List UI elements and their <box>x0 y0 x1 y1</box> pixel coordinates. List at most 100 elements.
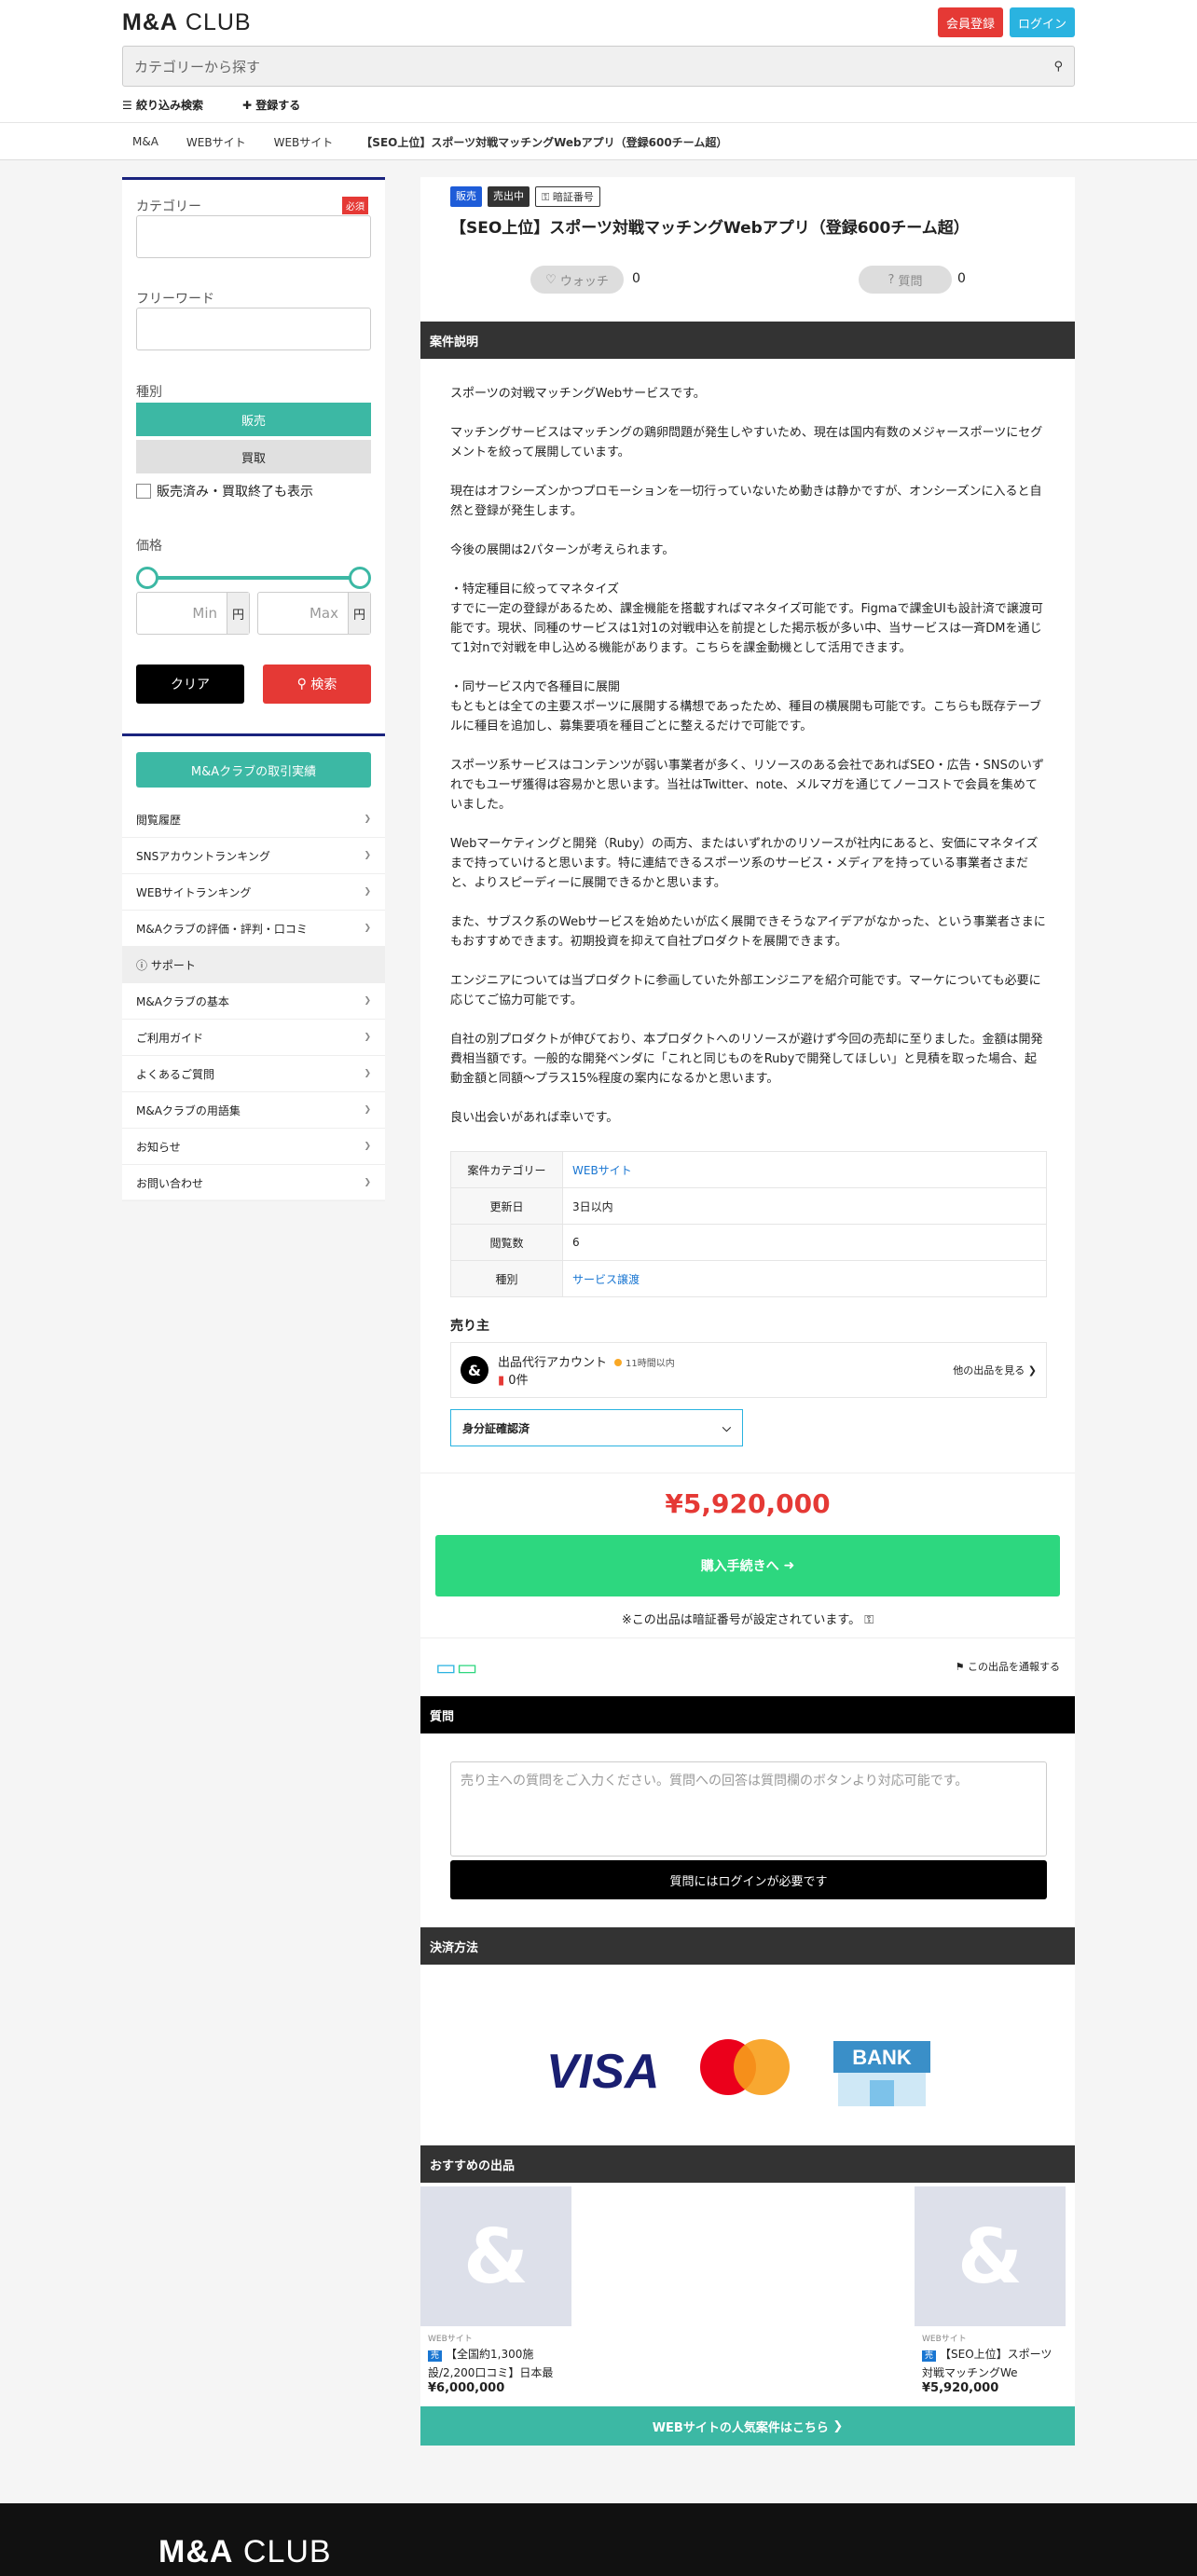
type-label: 種別 <box>136 385 162 400</box>
sidebar-item-reviews[interactable]: M&Aクラブの評価・評判・口コミ ❯ <box>122 911 385 947</box>
search-icon: ⚲ <box>296 677 311 692</box>
table-row: 更新日 3日以内 <box>450 1187 1047 1225</box>
register-button[interactable]: 会員登録 <box>938 7 1003 37</box>
sidebar-item-guide[interactable]: ご利用ガイド ❯ <box>122 1020 385 1056</box>
description-paragraph: ・同サービス内で各種目に展開 もともとは全ての主要スポーツに展開する構想であった… <box>450 680 1042 733</box>
table-row: 案件カテゴリー WEBサイト <box>450 1151 1047 1188</box>
recommend-price: ¥5,920,000 <box>922 2381 999 2395</box>
seller-other-link[interactable]: 他の出品を見る ❯ <box>953 1363 1037 1377</box>
type-sell-button[interactable]: 販売 <box>136 403 371 436</box>
sell-badge: 販売 <box>450 186 482 207</box>
slider-max-handle[interactable] <box>349 567 371 589</box>
secret-badge: ⚿ 暗証番号 <box>535 186 600 207</box>
freeword-label: フリーワード <box>136 292 214 307</box>
site-footer: M&A CLUB <box>0 2503 1197 2576</box>
sidebar-item-sns-ranking[interactable]: SNSアカウントランキング ❯ <box>122 838 385 874</box>
sidebar-section-support: ⓘ サポート <box>122 947 385 983</box>
login-button[interactable]: ログイン <box>1010 7 1075 37</box>
sidebar-item-history[interactable]: 閲覧履歴 ❯ <box>122 802 385 838</box>
include-closed-checkbox[interactable]: 販売済み・買取終了も表示 <box>136 482 313 500</box>
flag-icon: ⚑ <box>955 1661 965 1673</box>
breadcrumb-item[interactable]: WEBサイト <box>186 134 246 150</box>
listing-detail: 販売 売出中 ⚿ 暗証番号 【SEO上位】スポーツ対戦マッチングWebアプリ（登… <box>420 177 1075 2446</box>
deals-button[interactable]: M&Aクラブの取引実績 <box>136 752 371 788</box>
price-range-slider[interactable] <box>136 564 371 592</box>
category-label: カテゴリー <box>136 199 201 214</box>
sidebar-item-basics[interactable]: M&Aクラブの基本 ❯ <box>122 983 385 1020</box>
chevron-right-icon: ❯ <box>364 851 371 860</box>
recommend-title: 【全国約1,300施設/2,200口コミ】日本最 <box>428 2348 554 2379</box>
chevron-right-icon: ❯ <box>364 1142 371 1151</box>
recommend-card[interactable]: & WEBサイト 売【SEO上位】スポーツ対戦マッチングWe ¥5,920,00… <box>915 2186 1066 2415</box>
listing-badges: 販売 売出中 ⚿ 暗証番号 <box>450 186 600 207</box>
chevron-right-icon: ❯ <box>364 1178 371 1187</box>
type-buy-button[interactable]: 買取 <box>136 440 371 473</box>
description-paragraph: 現在はオフシーズンかつプロモーションを一切行っていないため動きは静かですが、オン… <box>450 485 1042 518</box>
question-heading: 質問 <box>420 1696 1075 1733</box>
popular-listings-button[interactable]: WEBサイトの人気案件はこちら ❯ <box>420 2406 1075 2446</box>
sidebar-item-glossary[interactable]: M&Aクラブの用語集 ❯ <box>122 1092 385 1129</box>
id-verified-toggle[interactable]: 身分証確認済 ⌵ <box>450 1409 743 1446</box>
question-icon: ? <box>887 272 899 287</box>
listing-price: ¥5,920,000 <box>665 1488 831 1519</box>
search-button[interactable]: ⚲ 検索 <box>263 665 371 704</box>
share-icons[interactable]: ▭▭ <box>435 1654 477 1680</box>
chevron-right-icon: ❯ <box>364 924 371 933</box>
register-item-link[interactable]: ✚ 登録する <box>242 97 300 113</box>
question-login-button[interactable]: 質問にはログインが必要です <box>450 1860 1047 1899</box>
question-textarea[interactable]: 売り主への質問をご入力ください。質問への回答は質問欄のボタンより対応可能です。 <box>450 1761 1047 1857</box>
avatar: & <box>461 1356 488 1384</box>
watch-button[interactable]: ♡ ウォッチ <box>530 266 624 294</box>
plus-icon: ✚ <box>241 99 256 112</box>
visa-logo: VISA <box>546 2045 659 2099</box>
recommend-card[interactable]: & WEBサイト 売【全国約1,300施設/2,200口コミ】日本最 ¥6,00… <box>420 2186 571 2415</box>
watch-count: 0 <box>632 271 640 286</box>
arrow-icon: ❯ <box>832 2418 844 2433</box>
description-paragraph: エンジニアについては当プロダクトに参画していた外部エンジニアを紹介可能です。マー… <box>450 974 1041 1007</box>
seller-card[interactable]: & 出品代行アカウント 11時間以内 ▮ 0件 他の出品を見る ❯ <box>450 1342 1047 1398</box>
seller-item-count: 0件 <box>508 1374 529 1388</box>
table-row: 種別 サービス譲渡 <box>450 1260 1047 1297</box>
sidebar-menu: M&Aクラブの取引実績 閲覧履歴 ❯ SNSアカウントランキング ❯ WEBサイトラ… <box>122 733 385 1201</box>
search-icon[interactable]: ⚲ <box>1053 60 1063 74</box>
sidebar-item-faq[interactable]: よくあるご質問 ❯ <box>122 1056 385 1092</box>
slider-min-handle[interactable] <box>136 567 158 589</box>
category-search-bar[interactable]: カテゴリーから探す ⚲ <box>122 46 1075 87</box>
min-price-input[interactable]: Min 円 <box>136 592 250 635</box>
type-link[interactable]: サービス譲渡 <box>572 1273 640 1286</box>
freeword-input[interactable] <box>136 308 371 350</box>
chevron-right-icon: ❯ <box>364 996 371 1006</box>
max-price-input[interactable]: Max 円 <box>257 592 371 635</box>
payment-heading: 決済方法 <box>420 1927 1075 1965</box>
bank-icon: BANK <box>833 2041 930 2114</box>
description-heading: 案件説明 <box>420 322 1075 359</box>
heart-icon: ♡ <box>545 272 560 287</box>
category-input[interactable] <box>136 215 371 258</box>
category-link[interactable]: WEBサイト <box>572 1164 632 1177</box>
report-link[interactable]: ⚑ この出品を通報する <box>956 1659 1060 1674</box>
recommend-price: ¥6,000,000 <box>428 2381 505 2395</box>
recommend-title: 【SEO上位】スポーツ対戦マッチングWe <box>922 2348 1053 2379</box>
sidebar-item-contact[interactable]: お問い合わせ ❯ <box>122 1165 385 1201</box>
clear-button[interactable]: クリア <box>136 665 244 704</box>
sidebar-item-news[interactable]: お知らせ ❯ <box>122 1129 385 1165</box>
site-logo[interactable]: M&A CLUB <box>122 9 252 36</box>
sidebar-item-web-ranking[interactable]: WEBサイトランキング ❯ <box>122 874 385 911</box>
recommend-category: WEBサイト <box>922 2335 967 2344</box>
description-paragraph: マッチングサービスはマッチングの鶏卵問題が発生しやすいため、現在は国内有数のメジ… <box>450 426 1043 459</box>
secret-note: ※この出品は暗証番号が設定されています。 ⚿ <box>621 1613 874 1627</box>
breadcrumb-current: 【SEO上位】スポーツ対戦マッチングWebアプリ（登録600チーム超） <box>361 135 728 149</box>
thumbnail-image: & <box>915 2186 1066 2326</box>
breadcrumb-item[interactable]: WEBサイト <box>274 134 334 150</box>
description-paragraph: また、サブスク系のWebサービスを始めたいが広く展開できそうなアイデアがなかった… <box>450 915 1046 949</box>
seller-name[interactable]: 出品代行アカウント <box>498 1356 607 1370</box>
buy-button[interactable]: 購入手続きへ ➜ <box>435 1535 1060 1596</box>
recommend-category: WEBサイト <box>428 2335 473 2344</box>
question-button[interactable]: ? 質問 <box>859 266 952 294</box>
description-paragraph: 良い出会いがあれば幸いです。 <box>450 1111 619 1125</box>
filter-search-link[interactable]: ☰ 絞り込み検索 <box>122 97 203 113</box>
footer-logo[interactable]: M&A CLUB <box>158 2534 332 2570</box>
description-paragraph: スポーツの対戦マッチングWebサービスです。 <box>450 387 706 401</box>
checkbox-box[interactable] <box>136 484 151 499</box>
breadcrumb-item[interactable]: M&A <box>132 135 158 148</box>
